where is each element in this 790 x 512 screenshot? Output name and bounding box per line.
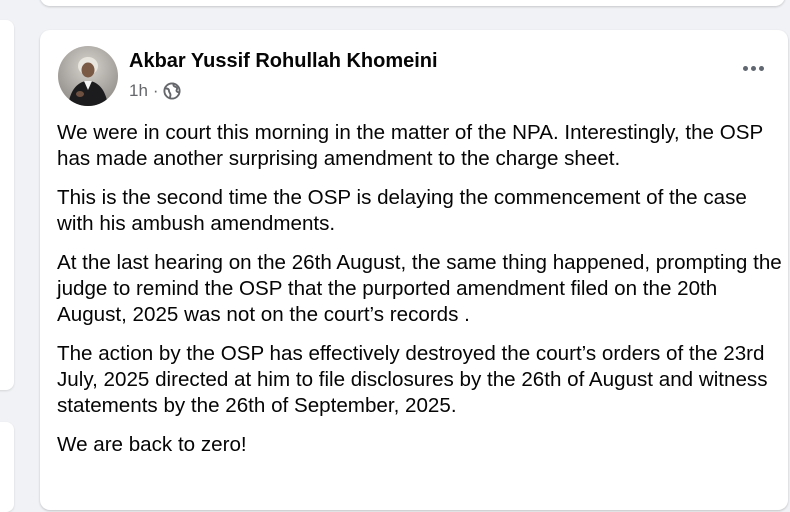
post-meta: 1h ·	[129, 80, 181, 102]
more-dot	[743, 66, 748, 71]
more-options-icon[interactable]	[739, 62, 768, 75]
meta-separator: ·	[152, 81, 159, 100]
left-column-card	[0, 20, 14, 390]
post-paragraph-5: We are back to zero!	[57, 433, 247, 456]
more-dot	[751, 66, 756, 71]
feed-post: Akbar Yussif Rohullah Khomeini 1h · We w…	[40, 30, 788, 510]
author-avatar[interactable]	[58, 46, 118, 106]
previous-post-card	[40, 0, 785, 6]
post-body: We were in court this morning in the mat…	[57, 120, 782, 471]
left-column-card-lower	[0, 422, 14, 512]
more-dot	[759, 66, 764, 71]
post-paragraph-3: At the last hearing on the 26th August, …	[57, 251, 782, 326]
avatar-photo	[58, 46, 118, 106]
globe-icon[interactable]	[163, 82, 181, 100]
author-name[interactable]: Akbar Yussif Rohullah Khomeini	[129, 50, 438, 73]
post-paragraph-4: The action by the OSP has effectively de…	[57, 342, 768, 417]
post-timestamp[interactable]: 1h	[129, 81, 148, 101]
post-paragraph-2: This is the second time the OSP is delay…	[57, 186, 747, 235]
post-paragraph-1: We were in court this morning in the mat…	[57, 121, 763, 170]
